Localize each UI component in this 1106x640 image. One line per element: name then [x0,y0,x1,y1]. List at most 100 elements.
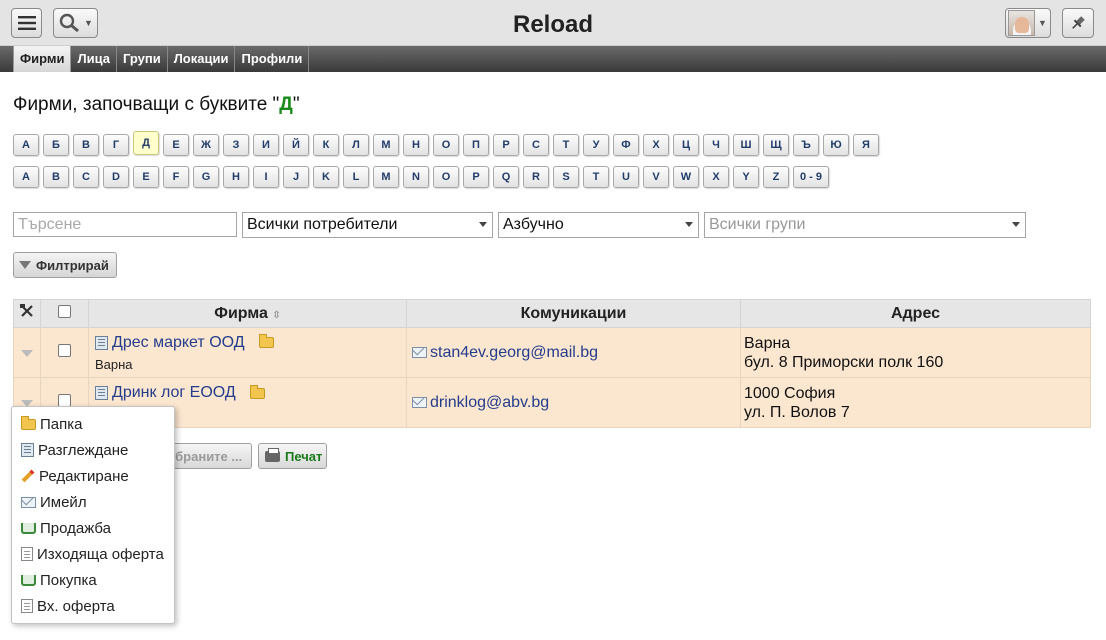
letter-button[interactable]: Я [853,134,879,156]
letter-button[interactable]: L [343,166,369,188]
letter-button[interactable]: A [13,166,39,188]
letter-button[interactable]: Т [553,134,579,156]
letter-button[interactable]: M [373,166,399,188]
tab-firms[interactable]: Фирми [13,46,72,72]
menu-item-email[interactable]: Имейл [12,489,174,515]
letter-button[interactable]: G [193,166,219,188]
groups-select[interactable]: Всички групи [704,212,1026,238]
letter-button[interactable]: П [463,134,489,156]
letter-button[interactable]: I [253,166,279,188]
letter-button[interactable]: С [523,134,549,156]
letter-button[interactable]: Г [103,134,129,156]
letter-button[interactable]: Ж [193,134,219,156]
print-button[interactable]: Печат [258,443,327,469]
users-select[interactable]: Всички потребители [242,212,493,238]
firm-name-link[interactable]: Дринк лог ЕООД [112,384,236,402]
letter-button[interactable]: И [253,134,279,156]
letter-button[interactable]: Б [43,134,69,156]
menu-item-view[interactable]: Разглеждане [12,437,174,463]
letter-button[interactable]: R [523,166,549,188]
firm-header[interactable]: Фирма ⇳ [88,299,407,328]
letter-button[interactable]: Z [763,166,789,188]
search-input[interactable] [13,212,237,237]
letter-button[interactable]: W [673,166,699,188]
letter-button[interactable]: Р [493,134,519,156]
folder-icon[interactable] [258,334,274,348]
letter-button[interactable]: Ъ [793,134,819,156]
order-select[interactable]: Азбучно [498,212,699,238]
cart-icon [21,574,36,586]
communications-header: Комуникации [406,299,741,328]
letter-button[interactable]: К [313,134,339,156]
letter-button[interactable]: Е [163,134,189,156]
letter-button[interactable]: Y [733,166,759,188]
cart-icon [21,522,36,534]
letter-button[interactable]: Х [643,134,669,156]
letter-button[interactable]: Ш [733,134,759,156]
firm-name-link[interactable]: Дрес маркет ООД [112,334,245,352]
letter-button[interactable]: В [73,134,99,156]
search-icon [59,13,79,33]
letter-button[interactable]: F [163,166,189,188]
firm-city: Варна [95,356,133,372]
letter-button[interactable]: U [613,166,639,188]
tab-persons[interactable]: Лица [71,46,117,72]
letter-button[interactable]: T [583,166,609,188]
letter-button[interactable]: H [223,166,249,188]
letter-button[interactable]: K [313,166,339,188]
letter-button[interactable]: Ч [703,134,729,156]
tab-groups[interactable]: Групи [117,46,168,72]
letter-button[interactable]: D [103,166,129,188]
menu-item-outgoing-offer[interactable]: Изходяща оферта [12,541,174,567]
select-all-checkbox[interactable] [58,304,71,318]
letter-button[interactable]: O [433,166,459,188]
letter-button[interactable]: У [583,134,609,156]
menu-item-edit[interactable]: Редактиране [12,463,174,489]
letter-button[interactable]: 0 - 9 [793,166,830,188]
menu-item-incoming-offer[interactable]: Вх. оферта [12,593,174,619]
letter-button[interactable]: Щ [763,134,789,156]
pin-button[interactable] [1062,8,1094,38]
letter-button[interactable]: B [43,166,69,188]
row-checkbox[interactable] [58,343,71,357]
letter-button[interactable]: X [703,166,729,188]
email-icon [21,496,36,508]
letter-button[interactable]: S [553,166,579,188]
menu-item-folder[interactable]: Папка [12,411,174,437]
select-all-header[interactable] [40,299,89,328]
letter-button[interactable]: Н [403,134,429,156]
letter-button[interactable]: E [133,166,159,188]
letter-button[interactable]: М [373,134,399,156]
letter-button[interactable]: P [463,166,489,188]
letter-button[interactable]: V [643,166,669,188]
row-actions-toggle[interactable] [13,327,41,378]
search-menu-button[interactable]: ▼ [53,8,98,38]
letter-button[interactable]: З [223,134,249,156]
letter-button[interactable]: О [433,134,459,156]
letter-button[interactable]: А [13,134,39,156]
folder-icon[interactable] [249,384,265,399]
main-menu-button[interactable] [11,8,42,38]
user-menu-button[interactable]: ▼ [1005,8,1051,38]
letter-button[interactable]: Ф [613,134,639,156]
letter-button[interactable]: Д [133,131,159,155]
letter-button[interactable]: Ю [823,134,849,156]
menu-item-purchase[interactable]: Покупка [12,567,174,593]
letter-button[interactable]: J [283,166,309,188]
tab-profiles[interactable]: Профили [235,46,310,72]
tools-header[interactable] [13,299,41,328]
letter-button[interactable]: Й [283,134,309,156]
pin-icon [1072,16,1085,29]
letter-button[interactable]: Ц [673,134,699,156]
letter-button[interactable]: Л [343,134,369,156]
email-link[interactable]: drinklog@abv.bg [430,394,549,412]
letter-button[interactable]: Q [493,166,519,188]
tab-locations[interactable]: Локации [168,46,236,72]
menu-item-sale[interactable]: Продажба [12,515,174,541]
letter-button[interactable]: N [403,166,429,188]
email-link[interactable]: stan4ev.georg@mail.bg [430,344,598,362]
tools-icon [20,304,33,317]
filter-button[interactable]: Филтрирай [13,252,117,278]
letter-button[interactable]: C [73,166,99,188]
row-checkbox[interactable] [58,393,71,407]
